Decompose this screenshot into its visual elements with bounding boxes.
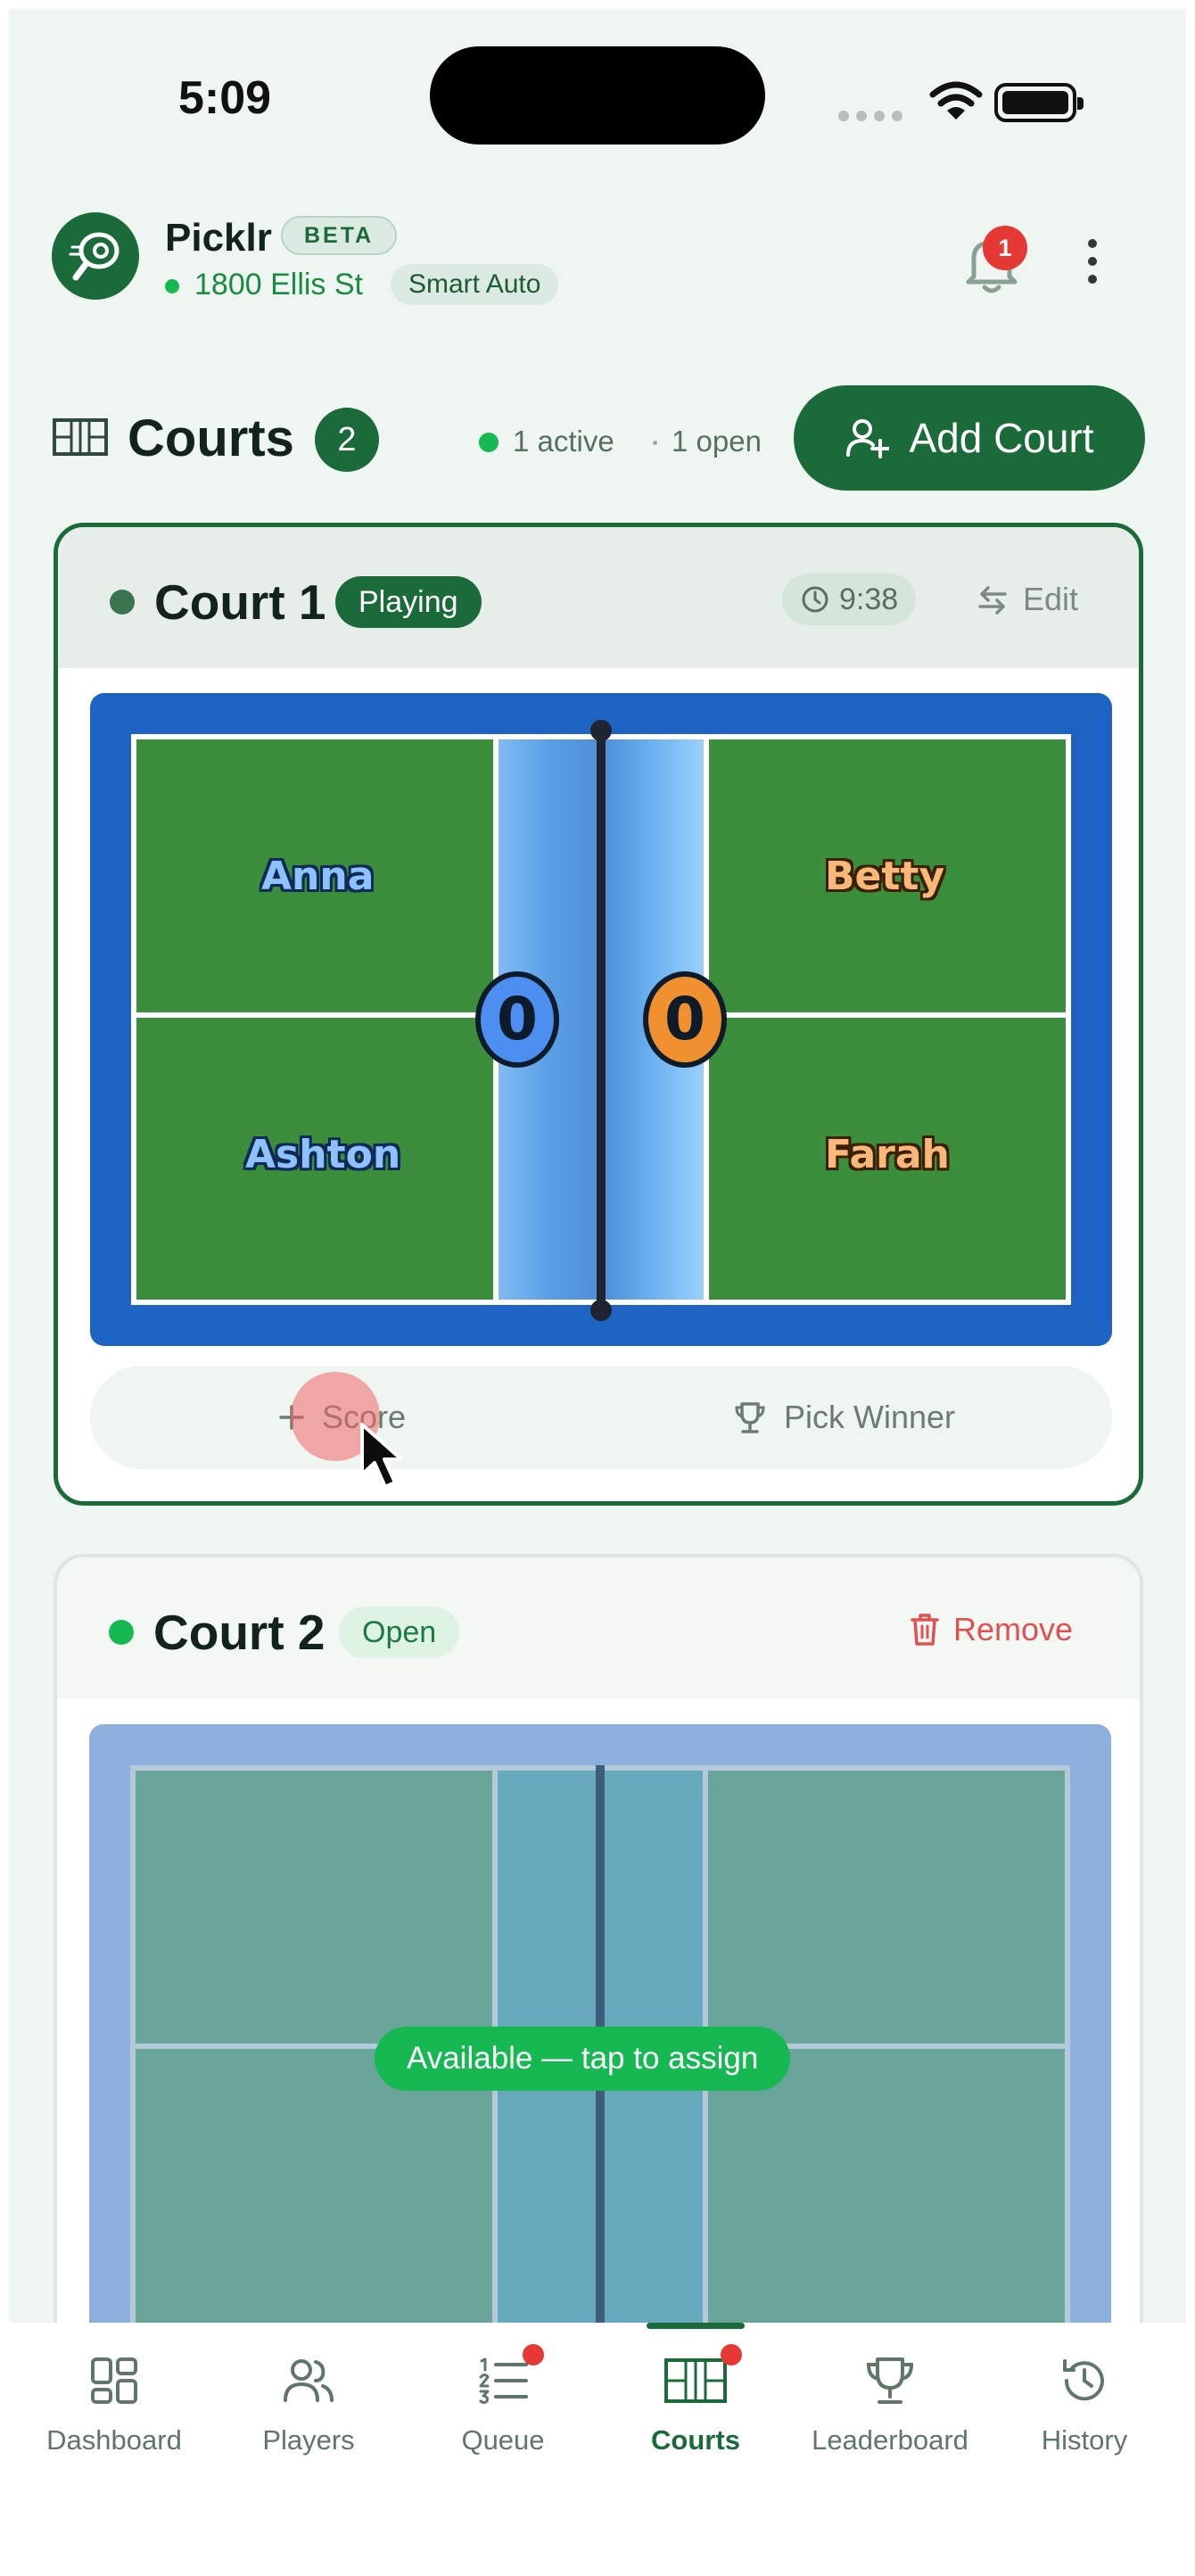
add-person-icon — [846, 419, 890, 458]
nav-label: Leaderboard — [812, 2424, 968, 2456]
courts-icon — [663, 2344, 742, 2412]
status-badge: Playing — [335, 576, 482, 628]
pick-winner-button[interactable]: Pick Winner — [732, 1366, 955, 1469]
court-action-bar: Score Pick Winner — [90, 1366, 1112, 1469]
nav-item-leaderboard[interactable]: Leaderboard — [792, 2323, 988, 2474]
nav-item-dashboard[interactable]: Dashboard — [16, 2323, 212, 2474]
pick-winner-label: Pick Winner — [784, 1399, 956, 1435]
beta-badge: BETA — [281, 216, 398, 255]
player-name: Ashton — [245, 1132, 401, 1177]
court-card[interactable]: Court 1 Playing 9:38 Edit Anna Ashton Be… — [54, 523, 1143, 1506]
mouse-cursor-icon — [360, 1423, 403, 1489]
court-status-dot — [109, 1620, 134, 1645]
remove-court-button[interactable]: Remove — [909, 1604, 1073, 1655]
battery-icon — [994, 83, 1084, 122]
nav-label: Players — [262, 2424, 355, 2456]
team-right-score[interactable]: 0 — [643, 971, 727, 1068]
nav-item-players[interactable]: Players — [210, 2323, 407, 2474]
court-grid-icon — [53, 418, 108, 456]
add-court-label: Add Court — [909, 415, 1094, 461]
right-service-box-top[interactable] — [708, 1771, 1065, 2043]
net-post-bottom — [590, 1300, 612, 1321]
edit-label: Edit — [1023, 581, 1079, 617]
status-badge: Open — [339, 1606, 460, 1658]
wifi-icon — [929, 81, 983, 120]
add-court-button[interactable]: Add Court — [794, 385, 1145, 491]
net — [597, 729, 606, 1312]
dynamic-island — [430, 46, 765, 144]
queue-icon — [476, 2344, 544, 2412]
court-diagram[interactable]: Anna Ashton Betty Farah 0 0 — [90, 693, 1112, 1346]
player-name: Farah — [825, 1132, 950, 1177]
signal-dots-icon — [838, 111, 902, 121]
history-icon — [1058, 2349, 1111, 2412]
courts-count-badge: 2 — [315, 408, 379, 472]
nav-label: Queue — [461, 2424, 545, 2456]
separator-dot — [653, 441, 657, 445]
mode-badge[interactable]: Smart Auto — [391, 264, 559, 305]
app-name: Picklr — [165, 216, 272, 260]
remove-label: Remove — [953, 1611, 1074, 1647]
trophy-icon — [863, 2349, 917, 2412]
clock-icon — [802, 586, 828, 613]
court-name: Court 1 — [154, 574, 326, 630]
court-card-header: Court 2 Open Remove — [57, 1557, 1140, 1698]
status-time: 5:09 — [178, 72, 272, 124]
court-name: Court 2 — [153, 1605, 326, 1660]
app-screen: 5:09 Picklr BETA 1800 Ellis St Smart Aut… — [9, 9, 1186, 2576]
active-status-dot — [479, 433, 499, 452]
courts-alert-dot — [721, 2344, 742, 2365]
edit-court-button[interactable]: Edit — [975, 574, 1078, 625]
page-title: Courts — [128, 409, 294, 467]
paddle-logo-icon — [69, 232, 120, 281]
more-options-icon[interactable] — [1088, 239, 1097, 284]
timer-value: 9:38 — [839, 582, 899, 616]
trash-icon — [911, 1614, 939, 1646]
nav-item-queue[interactable]: Queue — [405, 2323, 601, 2474]
location-status-dot — [165, 279, 179, 293]
nav-item-history[interactable]: History — [986, 2323, 1183, 2474]
swap-icon — [978, 586, 1007, 615]
venue-location[interactable]: 1800 Ellis St — [194, 268, 363, 302]
assign-court-button[interactable]: Available — tap to assign — [375, 2027, 791, 2091]
nav-label: Dashboard — [46, 2424, 182, 2456]
court-card-header: Court 1 Playing 9:38 Edit — [58, 527, 1139, 668]
court-status-dot — [110, 590, 135, 615]
team-left-score[interactable]: 0 — [475, 971, 559, 1068]
nav-label: History — [1041, 2424, 1128, 2456]
dashboard-icon — [87, 2349, 141, 2412]
players-icon — [280, 2349, 337, 2412]
net-post-top — [590, 720, 612, 741]
trophy-icon — [735, 1402, 765, 1433]
left-service-box-top[interactable] — [136, 1771, 492, 2043]
game-timer: 9:38 — [782, 574, 917, 625]
notification-badge: 1 — [983, 226, 1027, 270]
open-courts-count: 1 open — [672, 425, 762, 458]
bottom-nav: Dashboard Players Queue Courts Leaderboa… — [9, 2323, 1186, 2576]
queue-alert-dot — [523, 2344, 544, 2365]
nav-label: Courts — [651, 2424, 740, 2456]
app-logo[interactable] — [52, 212, 139, 300]
player-name: Betty — [825, 854, 945, 899]
nav-item-courts[interactable]: Courts — [598, 2323, 794, 2474]
active-courts-count: 1 active — [513, 425, 614, 458]
player-name: Anna — [261, 854, 375, 899]
